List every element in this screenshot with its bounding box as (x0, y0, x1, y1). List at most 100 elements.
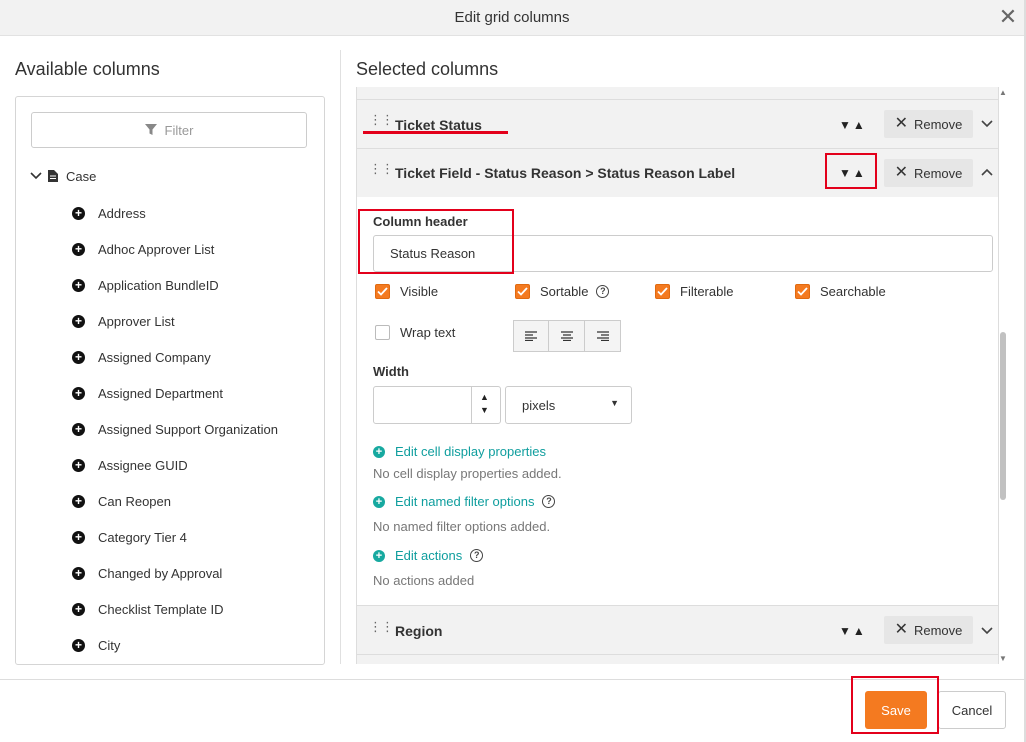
available-column-item[interactable]: + Application BundleID (72, 275, 219, 295)
width-unit-select[interactable]: pixels ▼ (505, 386, 632, 424)
available-column-item[interactable]: + Assigned Department (72, 383, 223, 403)
edit-actions-link[interactable]: + Edit actions ? (373, 548, 484, 563)
drag-handle-icon[interactable]: ⋮⋮ (369, 620, 394, 633)
pane-divider (340, 50, 341, 664)
available-column-item[interactable]: + Assigned Company (72, 347, 211, 367)
width-unit-value: pixels (522, 398, 556, 413)
wrap-text-checkbox[interactable]: Wrap text (375, 325, 455, 340)
selected-row-region[interactable]: ⋮⋮ Region ▼▲ ✕ Remove (357, 605, 998, 655)
searchable-checkbox[interactable]: Searchable (795, 284, 886, 299)
available-column-label: Assigned Company (98, 349, 211, 365)
available-column-label: Assigned Department (98, 385, 224, 401)
sortable-checkbox[interactable]: Sortable ? (515, 284, 610, 299)
align-left-icon[interactable] (513, 320, 549, 352)
check-icon (795, 284, 810, 299)
cancel-button[interactable]: Cancel (938, 691, 1006, 729)
tree-node-label: Case (66, 168, 97, 184)
filter-input[interactable]: Filter (31, 112, 307, 148)
add-circle-icon[interactable]: + (72, 206, 85, 220)
add-circle-icon[interactable]: + (72, 494, 85, 508)
document-icon (48, 170, 58, 182)
actions-note: No actions added (373, 573, 475, 588)
available-column-item[interactable]: + Approver List (72, 311, 175, 331)
remove-label: Remove (913, 165, 963, 181)
available-column-label: Application BundleID (98, 277, 219, 293)
chevron-down-icon[interactable] (30, 172, 42, 180)
add-circle-icon[interactable]: + (72, 422, 85, 436)
edit-cell-display-label: Edit cell display properties (395, 444, 547, 459)
scroll-up-icon[interactable]: ▲ (999, 88, 1007, 97)
available-column-item[interactable]: + Changed by Approval (72, 563, 222, 583)
drag-handle-icon[interactable]: ⋮⋮ (369, 162, 394, 175)
available-columns-title: Available columns (15, 59, 160, 79)
add-circle-icon[interactable]: + (72, 530, 85, 544)
selected-row-status-reason[interactable]: ⋮⋮ Ticket Field - Status Reason > Status… (357, 148, 998, 198)
available-column-label: Approver List (98, 313, 175, 329)
width-label: Width (373, 364, 409, 379)
annotation-box-header (358, 209, 514, 274)
plus-icon: + (373, 549, 385, 562)
available-column-item[interactable]: + City (72, 635, 120, 655)
annotation-box-save (851, 676, 939, 734)
remove-button[interactable]: ✕ Remove (884, 110, 973, 138)
align-center-icon[interactable] (549, 320, 585, 352)
searchable-label: Searchable (820, 284, 886, 299)
available-column-label: Assigned Support Organization (98, 421, 278, 437)
available-column-item[interactable]: + Adhoc Approver List (72, 239, 214, 259)
available-column-label: Can Reopen (98, 493, 171, 509)
sortable-label: Sortable (540, 284, 589, 299)
available-column-item[interactable]: + Assigned Support Organization (72, 419, 278, 439)
help-icon[interactable]: ? (470, 549, 484, 562)
selected-row-ticket-status[interactable]: ⋮⋮ Ticket Status ▼▲ ✕ Remove (357, 99, 998, 149)
add-circle-icon[interactable]: + (72, 638, 85, 652)
stepper-divider (471, 387, 472, 423)
chevron-up-icon[interactable] (981, 165, 995, 179)
available-column-item[interactable]: + Address (72, 203, 146, 223)
add-circle-icon[interactable]: + (72, 278, 85, 292)
add-circle-icon[interactable]: + (72, 566, 85, 580)
scroll-down-icon[interactable]: ▼ (999, 654, 1007, 663)
help-icon[interactable]: ? (596, 285, 610, 298)
row-label: Region (395, 623, 443, 639)
edit-named-filter-label: Edit named filter options (395, 494, 535, 509)
filterable-checkbox[interactable]: Filterable (655, 284, 733, 299)
visible-checkbox[interactable]: Visible (375, 284, 438, 299)
add-circle-icon[interactable]: + (72, 386, 85, 400)
drag-handle-icon[interactable]: ⋮⋮ (369, 113, 394, 126)
add-circle-icon[interactable]: + (72, 350, 85, 364)
named-filter-note: No named filter options added. (373, 519, 551, 534)
close-icon[interactable]: ✕ (998, 6, 1018, 28)
plus-icon: + (373, 495, 385, 508)
tree-node-case[interactable]: Case (30, 167, 96, 185)
add-circle-icon[interactable]: + (72, 458, 85, 472)
remove-button[interactable]: ✕ Remove (884, 159, 973, 187)
available-column-label: Assignee GUID (98, 457, 188, 473)
checkbox-empty-icon (375, 325, 390, 340)
align-right-icon[interactable] (585, 320, 621, 352)
add-circle-icon[interactable]: + (72, 314, 85, 328)
add-circle-icon[interactable]: + (72, 602, 85, 616)
stepper-arrows-icon[interactable]: ▲ ▼ (480, 391, 489, 417)
edit-cell-display-link[interactable]: + Edit cell display properties (373, 444, 546, 459)
move-arrows-icon[interactable]: ▼▲ (839, 118, 867, 132)
chevron-down-icon[interactable] (981, 117, 995, 131)
available-column-item[interactable]: + Category Tier 4 (72, 527, 187, 547)
selected-columns-title: Selected columns (356, 59, 499, 79)
available-column-item[interactable]: + Can Reopen (72, 491, 171, 511)
remove-label: Remove (913, 622, 963, 638)
remove-button[interactable]: ✕ Remove (884, 616, 973, 644)
scrollbar-thumb[interactable] (1000, 332, 1006, 500)
chevron-down-icon[interactable] (981, 624, 995, 638)
edit-named-filter-link[interactable]: + Edit named filter options ? (373, 494, 556, 509)
available-column-label: Adhoc Approver List (98, 241, 215, 257)
help-icon[interactable]: ? (542, 495, 556, 508)
filter-placeholder: Filter (164, 122, 194, 138)
move-arrows-icon[interactable]: ▼▲ (839, 624, 867, 638)
available-column-item[interactable]: + Checklist Template ID (72, 599, 223, 619)
available-column-item[interactable]: + Assignee GUID (72, 455, 188, 475)
edit-actions-label: Edit actions (395, 548, 463, 563)
add-circle-icon[interactable]: + (72, 242, 85, 256)
check-icon (655, 284, 670, 299)
available-column-label: Changed by Approval (98, 565, 223, 581)
close-icon: ✕ (894, 115, 908, 132)
